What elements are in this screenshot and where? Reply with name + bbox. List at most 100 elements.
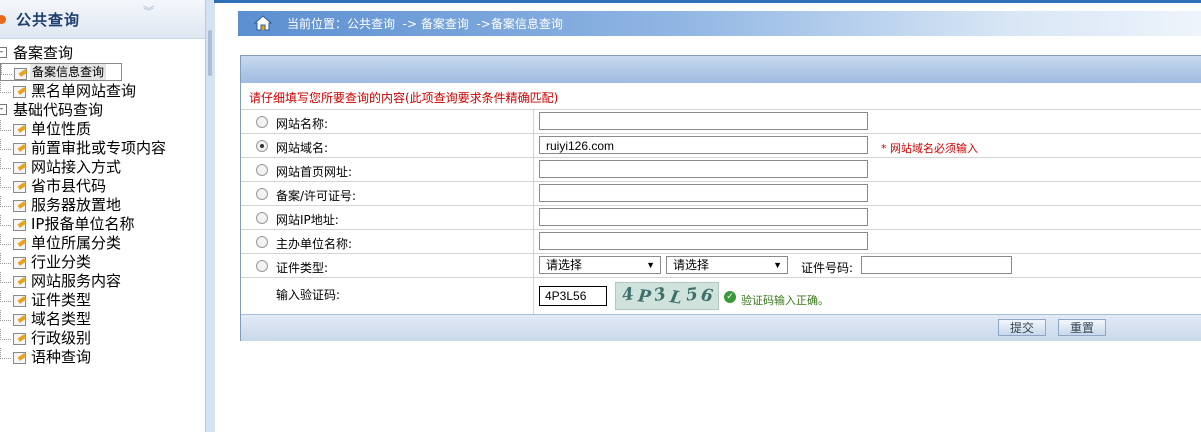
tree-item-label: 前置审批或专项内容 [31,139,167,157]
radio-cert-type[interactable] [256,260,268,272]
field-label: 网站名称: [276,117,329,131]
page-pencil-icon [13,200,26,212]
radio-site-ip[interactable] [256,212,268,224]
tree-item-label: 单位所属分类 [31,234,122,252]
row-site-domain: 网站域名: ruiyi126.com * 网站域名必须输入 [241,133,1201,158]
radio-license-number[interactable] [256,188,268,200]
home-icon[interactable] [254,15,272,31]
sidebar-header[interactable]: 公共查询 ︾ [0,0,205,39]
cert-number-label: 证件号码: [801,261,854,275]
sidebar-splitter[interactable] [205,0,215,432]
page-pencil-icon [13,86,26,98]
radio-sponsor-name[interactable] [256,236,268,248]
sponsor-name-input[interactable] [539,232,868,250]
tree-item-label: 备案信息查询 [30,64,107,80]
captcha-char: 6 [699,285,715,307]
tree-item-label: 域名类型 [31,310,92,328]
tree-item-label: 行政级别 [31,329,92,347]
license-number-input[interactable] [539,184,868,202]
dropdown-arrow-icon: ▼ [646,260,655,270]
page-pencil-icon [14,68,27,80]
sidebar-title: 公共查询 [16,11,81,29]
tree-node-label: 备案查询 [13,44,74,62]
captcha-char: 5 [684,284,699,306]
dropdown-arrow-icon: ▼ [773,260,782,270]
tree-item-label: 行业分类 [31,253,92,271]
site-domain-input[interactable]: ruiyi126.com [539,136,868,154]
row-site-name: 网站名称: [241,109,1201,134]
query-notice: 请仔细填写您所要查询的内容(此项查询要求条件精确匹配) [249,91,559,105]
page-pencil-icon [13,181,26,193]
tree-node-label: 基础代码查询 [13,101,104,119]
row-cert-type: 证件类型: 请选择 ▼ 请选择 ▼ 证件号码: [241,253,1201,278]
field-label: 主办单位名称: [276,237,353,251]
tree-item-label: 网站服务内容 [31,272,122,290]
reset-button[interactable]: 重置 [1058,319,1106,336]
tree-item-label: 省市县代码 [31,177,107,195]
field-label: 输入验证码: [276,288,341,302]
row-homepage-url: 网站首页网址: [241,157,1201,182]
page-pencil-icon [13,219,26,231]
captcha-char: 3 [652,283,668,307]
expand-icon[interactable]: - [0,104,7,115]
tree-item-label: 服务器放置地 [31,196,122,214]
captcha-image[interactable]: 4 P 3 L 5 6 [615,282,719,310]
captcha-ok-text: 验证码输入正确。 [741,294,829,307]
bullet-icon [0,15,6,24]
field-label: 网站域名: [276,141,329,155]
row-captcha: 输入验证码: 4P3L56 4 P 3 L 5 6 ✓ 验证码输入正确。 [241,277,1201,314]
submit-button[interactable]: 提交 [998,319,1046,336]
page-pencil-icon [13,257,26,269]
tree-item-label: 网站接入方式 [31,158,122,176]
field-label: 网站IP地址: [276,213,339,227]
captcha-char: L [668,287,684,309]
page-pencil-icon [13,238,26,250]
page-pencil-icon [13,124,26,136]
captcha-char: P [636,286,652,308]
check-icon: ✓ [724,291,736,303]
expand-icon[interactable]: - [0,47,7,58]
sidebar: 公共查询 ︾ - 备案查询 备案信息查询 黑名单网站查询 - 基础代码查询 单位… [0,0,214,432]
field-label: 证件类型: [276,261,329,275]
collapse-icon[interactable]: ︾ [143,6,154,17]
tree-item-beian-info[interactable]: 备案信息查询 [0,63,122,81]
radio-site-name[interactable] [256,116,268,128]
breadcrumb-text: 当前位置：公共查询 -> 备案查询 ->备案信息查询 [287,17,563,31]
breadcrumb: 当前位置：公共查询 -> 备案查询 ->备案信息查询 [238,11,1201,36]
site-ip-input[interactable] [539,208,868,226]
panel-header [241,56,1201,83]
radio-homepage-url[interactable] [256,164,268,176]
domain-required-hint: * 网站域名必须输入 [881,142,978,155]
tree-item-label: IP报备单位名称 [31,215,135,233]
page-pencil-icon [13,352,26,364]
cert-number-input[interactable] [861,256,1012,274]
page-pencil-icon [13,314,26,326]
page-pencil-icon [13,295,26,307]
captcha-input[interactable]: 4P3L56 [539,286,607,306]
page-pencil-icon [13,333,26,345]
cert-type-select-1[interactable]: 请选择 ▼ [539,256,661,274]
tree-item-label: 语种查询 [31,348,92,366]
splitter-grip[interactable] [208,30,212,76]
query-panel: 请仔细填写您所要查询的内容(此项查询要求条件精确匹配) 网站名称: 网站域名: … [240,55,1201,341]
field-label: 备案/许可证号: [276,189,357,203]
site-name-input[interactable] [539,112,868,130]
page-pencil-icon [13,276,26,288]
row-site-ip: 网站IP地址: [241,205,1201,230]
radio-site-domain[interactable] [256,140,268,152]
row-sponsor-name: 主办单位名称: [241,229,1201,254]
tree-item-label: 黑名单网站查询 [31,82,137,100]
button-bar: 提交 重置 [241,314,1201,341]
top-accent-line [214,0,1201,3]
captcha-char: 4 [620,284,636,306]
tree-item-label: 单位性质 [31,120,92,138]
page-pencil-icon [13,143,26,155]
select-value: 请选择 [546,258,583,272]
field-label: 网站首页网址: [276,165,353,179]
page-pencil-icon [13,162,26,174]
homepage-url-input[interactable] [539,160,868,178]
cert-type-select-2[interactable]: 请选择 ▼ [666,256,788,274]
select-value: 请选择 [673,258,710,272]
row-license-number: 备案/许可证号: [241,181,1201,206]
tree-item-label: 证件类型 [31,291,92,309]
